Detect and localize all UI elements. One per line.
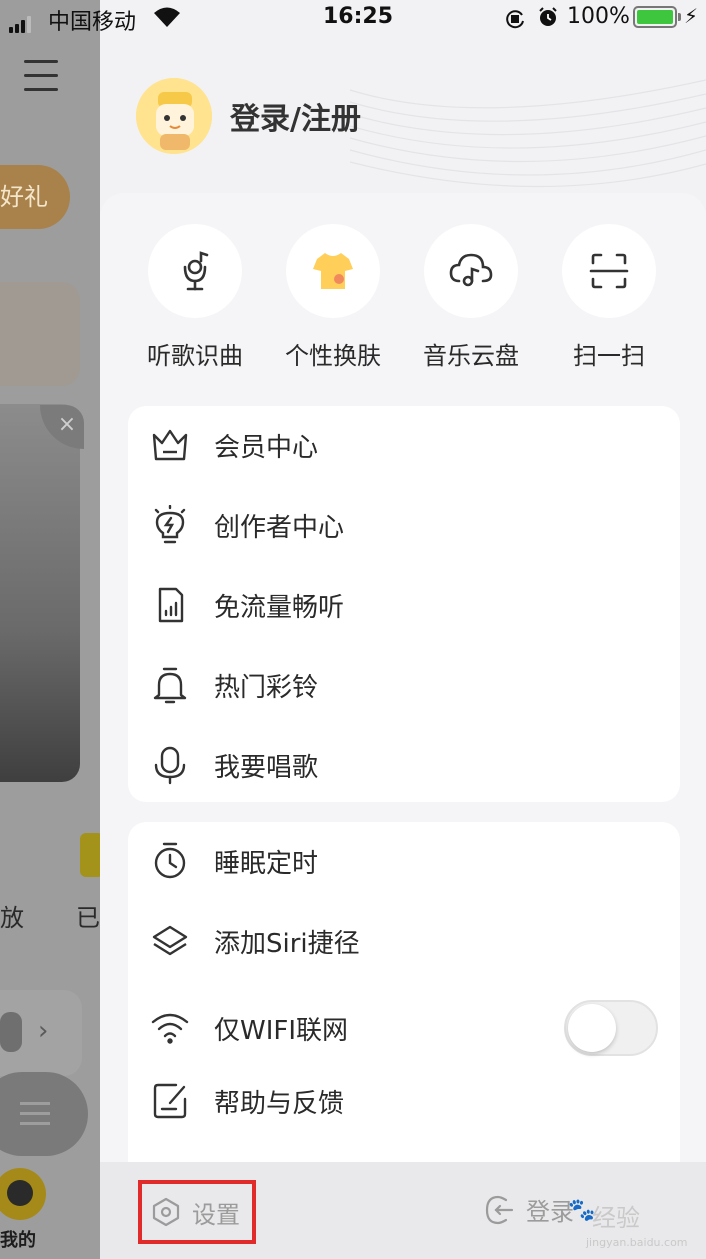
quick-action-label: 音乐云盘 — [423, 342, 519, 370]
cloud-music-icon — [424, 224, 518, 318]
quick-action-cloud[interactable]: 音乐云盘 — [402, 224, 540, 371]
tshirt-skin-icon — [286, 224, 380, 318]
gift-button[interactable]: 换好礼 — [0, 165, 70, 229]
watermark-text: 经验 — [592, 1204, 640, 1232]
login-register-link[interactable]: 登录/注册 — [230, 94, 361, 138]
quick-actions: 听歌识曲 个性换肤 音乐云盘 扫一扫 — [100, 224, 706, 374]
microphone-icon — [150, 745, 190, 785]
quick-action-label: 扫一扫 — [573, 342, 645, 370]
menu-item-sleep-timer[interactable]: 睡眠定时 — [128, 822, 680, 900]
checkbox-icon — [80, 833, 100, 877]
menu-card-main: 会员中心 创作者中心 免流量畅听 热门彩铃 我要唱歌 — [128, 406, 680, 802]
login-label: 登录 — [526, 1198, 574, 1226]
bell-icon — [150, 665, 190, 705]
watermark-url: jingyan.baidu.com — [586, 1236, 688, 1249]
tab-mine-label: 我的 — [0, 1230, 36, 1251]
wifi-status-icon — [154, 7, 180, 27]
status-bar: 中国移动 16:25 100% ⚡ — [0, 0, 706, 36]
cellular-signal-icon — [9, 8, 33, 33]
drawer-bottom-bar: 设置 登录 🐾 经验 jingyan.baidu.com — [100, 1162, 706, 1259]
menu-item-sing[interactable]: 我要唱歌 — [128, 726, 680, 804]
menu-item-label: 仅WIFI联网 — [214, 1015, 348, 1046]
crown-icon — [150, 425, 190, 465]
menu-item-siri[interactable]: 添加Siri捷径 — [128, 902, 680, 980]
menu-item-creator[interactable]: 创作者中心 — [128, 486, 680, 564]
scan-icon — [562, 224, 656, 318]
rotation-lock-icon — [506, 10, 524, 29]
profile-header[interactable]: 登录/注册 — [136, 78, 361, 154]
settings-hexagon-icon — [152, 1197, 180, 1227]
feedback-icon — [150, 1081, 190, 1121]
music-recognition-icon — [148, 224, 242, 318]
playlist-button[interactable] — [0, 1072, 88, 1156]
background-banner — [0, 404, 80, 782]
lightbulb-icon — [150, 505, 190, 545]
clock: 16:25 — [323, 4, 394, 29]
avatar[interactable] — [136, 78, 212, 154]
menu-item-label: 热门彩铃 — [214, 672, 319, 703]
quick-action-skin[interactable]: 个性换肤 — [264, 224, 402, 371]
background-label-play: 放 — [0, 904, 24, 932]
side-drawer: 登录/注册 听歌识曲 个性换肤 音乐云盘 扫一扫 会员中心 创作者中心 免流量畅… — [100, 0, 706, 1259]
settings-label: 设置 — [192, 1200, 240, 1229]
menu-card-tools: 睡眠定时 添加Siri捷径 仅WIFI联网 帮助与反馈 — [128, 822, 680, 1182]
alarm-icon — [539, 7, 557, 26]
menu-item-help[interactable]: 帮助与反馈 — [128, 1062, 680, 1140]
tab-mine-icon[interactable] — [0, 1168, 46, 1220]
wifi-only-toggle[interactable] — [564, 1000, 658, 1056]
menu-item-label: 睡眠定时 — [214, 848, 319, 879]
login-button[interactable]: 登录 — [484, 1192, 574, 1227]
menu-item-label: 免流量畅听 — [214, 592, 345, 623]
quick-action-scan[interactable]: 扫一扫 — [540, 224, 678, 371]
menu-item-free-data[interactable]: 免流量畅听 — [128, 566, 680, 644]
wifi-icon — [150, 1008, 190, 1048]
login-icon — [485, 1195, 514, 1224]
layers-icon — [150, 921, 190, 961]
hamburger-menu-icon[interactable] — [24, 60, 58, 96]
charging-icon: ⚡ — [684, 4, 699, 28]
background-card — [0, 282, 80, 386]
battery-percent: 100% — [567, 4, 630, 29]
menu-item-label: 添加Siri捷径 — [214, 928, 360, 959]
menu-item-label: 创作者中心 — [214, 512, 345, 543]
battery-icon — [633, 6, 681, 28]
quick-action-label: 听歌识曲 — [147, 342, 243, 370]
baidu-watermark: 🐾 经验 jingyan.baidu.com — [568, 1182, 700, 1254]
carrier-name: 中国移动 — [48, 10, 137, 35]
timer-icon — [150, 841, 190, 881]
background-app: 换好礼 × 放 已 › 我的 — [0, 0, 100, 1259]
settings-button[interactable]: 设置 — [138, 1180, 256, 1244]
menu-item-label: 我要唱歌 — [214, 752, 319, 783]
menu-item-label: 会员中心 — [214, 432, 319, 463]
thumbnail — [0, 1012, 22, 1052]
menu-item-label: 帮助与反馈 — [214, 1088, 345, 1119]
menu-item-vip[interactable]: 会员中心 — [128, 406, 680, 484]
menu-item-ringtone[interactable]: 热门彩铃 — [128, 646, 680, 724]
background-label-done: 已 — [76, 904, 100, 932]
chevron-right-icon: › — [38, 1016, 49, 1046]
quick-action-label: 个性换肤 — [285, 342, 381, 370]
quick-action-recognize[interactable]: 听歌识曲 — [126, 224, 264, 371]
menu-item-wifi-only: 仅WIFI联网 — [128, 982, 680, 1074]
sim-card-icon — [150, 585, 190, 625]
